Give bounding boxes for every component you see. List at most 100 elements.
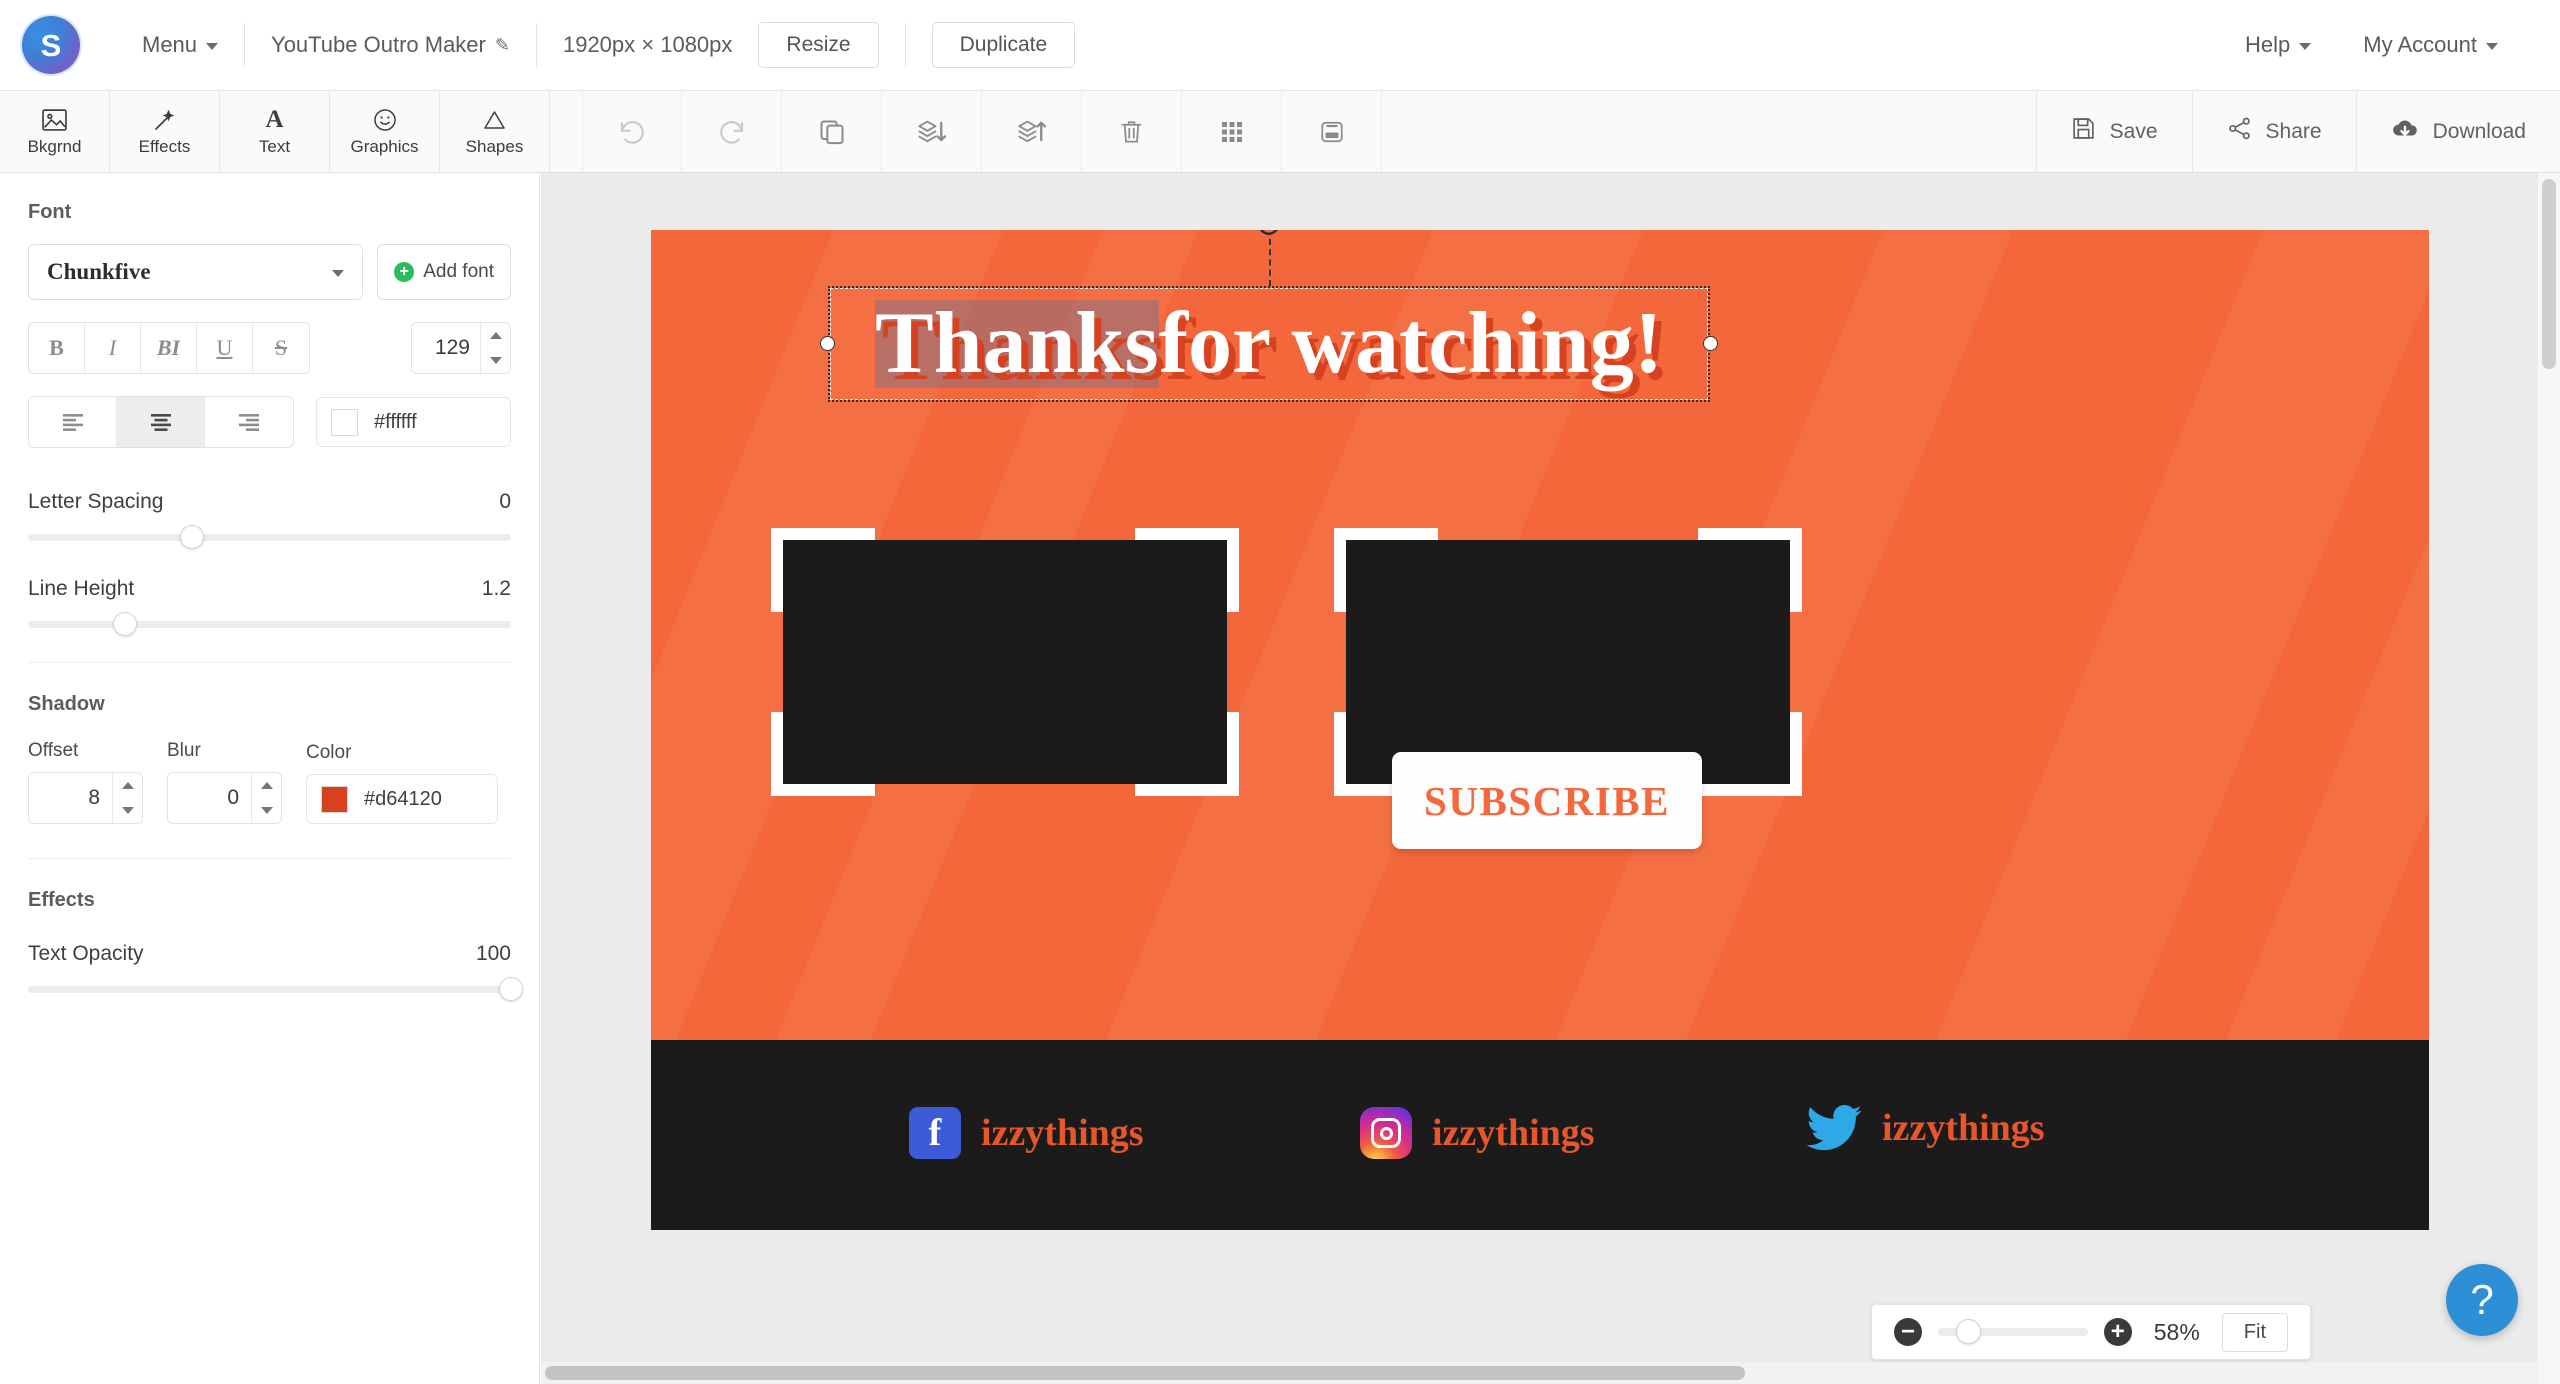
text-properties-panel: Font Chunkfive + Add font B I BI U S 129	[0, 173, 540, 1384]
bold-italic-button[interactable]: BI	[141, 323, 197, 373]
shadow-offset-increment[interactable]	[113, 773, 142, 798]
tool-tab-label: Bkgrnd	[27, 136, 82, 156]
tool-tab-label: Graphics	[350, 136, 419, 156]
tool-tab-label: Shapes	[465, 136, 524, 156]
resize-handle-left[interactable]	[820, 336, 835, 351]
letter-spacing-knob[interactable]	[180, 525, 205, 549]
shadow-blur-decrement[interactable]	[252, 798, 281, 823]
selected-text-object[interactable]: Thanks for watching!	[820, 230, 1718, 402]
letter-spacing-slider[interactable]	[28, 525, 511, 549]
shadow-blur-value[interactable]: 0	[168, 773, 251, 823]
canvas-workspace[interactable]: SUBSCRIBE f izzythings izzythings izzyth…	[541, 173, 2560, 1384]
line-height-slider[interactable]	[28, 612, 511, 636]
duplicate-layer-icon[interactable]	[782, 91, 882, 172]
subscribe-button[interactable]: SUBSCRIBE	[1392, 752, 1702, 849]
line-height-value: 1.2	[481, 577, 511, 600]
video-frame-left[interactable]	[771, 528, 1239, 796]
social-facebook[interactable]: f izzythings	[909, 1107, 1144, 1159]
delete-icon[interactable]	[1082, 91, 1182, 172]
help-dropdown[interactable]: Help	[2219, 25, 2337, 65]
video-placeholder[interactable]	[783, 540, 1227, 784]
social-twitter[interactable]: izzythings	[1806, 1105, 2045, 1151]
font-family-value: Chunkfive	[47, 259, 151, 284]
vertical-scroll-thumb[interactable]	[2542, 179, 2556, 369]
youtube-icon[interactable]	[1282, 91, 1382, 172]
menu-dropdown[interactable]: Menu	[116, 25, 244, 65]
shadow-offset-value[interactable]: 8	[29, 773, 112, 823]
shadow-color-picker[interactable]: #d64120	[306, 774, 498, 824]
bold-italic-label: BI	[156, 335, 181, 360]
help-fab-button[interactable]: ?	[2446, 1264, 2518, 1336]
pencil-edit-icon[interactable]: ✎	[495, 35, 510, 56]
my-account-dropdown[interactable]: My Account	[2337, 25, 2524, 65]
align-right-button[interactable]	[205, 397, 293, 447]
app-logo[interactable]: S	[22, 16, 80, 74]
share-button[interactable]: Share	[2191, 91, 2356, 172]
font-family-select[interactable]: Chunkfive	[28, 244, 364, 300]
zoom-slider[interactable]	[1938, 1319, 2088, 1344]
download-button[interactable]: Download	[2355, 91, 2560, 172]
chevron-down-icon	[332, 270, 345, 277]
text-color-picker[interactable]: #ffffff	[316, 397, 511, 447]
tool-tab-graphics[interactable]: Graphics	[330, 91, 440, 172]
font-size-stepper[interactable]: 129	[411, 322, 511, 374]
align-center-button[interactable]	[117, 397, 205, 447]
redo-icon[interactable]	[682, 91, 782, 172]
horizontal-scrollbar[interactable]	[541, 1362, 2560, 1384]
effects-section-title: Effects	[28, 889, 95, 911]
font-size-increment[interactable]	[481, 323, 510, 348]
add-font-button[interactable]: + Add font	[377, 244, 511, 300]
font-size-decrement[interactable]	[481, 348, 510, 373]
shadow-color-swatch	[321, 785, 348, 813]
shadow-color-label: Color	[306, 742, 352, 763]
underline-button[interactable]: U	[197, 323, 253, 373]
tool-tab-effects[interactable]: Effects	[110, 91, 220, 172]
shadow-offset-stepper[interactable]: 8	[28, 772, 143, 824]
font-size-value[interactable]: 129	[412, 323, 480, 373]
zoom-in-button[interactable]: +	[2103, 1318, 2132, 1346]
tool-tab-text[interactable]: A Text	[220, 91, 330, 172]
bold-button[interactable]: B	[29, 323, 85, 373]
line-height-knob[interactable]	[112, 612, 137, 636]
save-button[interactable]: Save	[2035, 91, 2192, 172]
italic-button[interactable]: I	[85, 323, 141, 373]
text-opacity-slider[interactable]	[28, 977, 523, 1001]
tool-tab-shapes[interactable]: Shapes	[440, 91, 550, 172]
zoom-out-button[interactable]: −	[1894, 1318, 1922, 1346]
tool-tab-bkgrnd[interactable]: Bkgrnd	[0, 91, 110, 172]
vertical-scrollbar[interactable]	[2538, 173, 2560, 1384]
align-left-button[interactable]	[29, 397, 117, 447]
help-label: Help	[2245, 32, 2291, 57]
social-instagram[interactable]: izzythings	[1360, 1107, 1595, 1159]
duplicate-button[interactable]: Duplicate	[931, 22, 1076, 68]
zoom-slider-knob[interactable]	[1955, 1319, 1981, 1344]
font-size-spinner	[480, 323, 510, 373]
app-header: S Menu YouTube Outro Maker ✎ 1920px × 10…	[0, 0, 2560, 91]
shadow-blur-stepper[interactable]: 0	[167, 772, 282, 824]
twitter-handle: izzythings	[1882, 1107, 2045, 1149]
resize-handle-right[interactable]	[1703, 336, 1718, 351]
resize-button[interactable]: Resize	[758, 22, 879, 68]
headline-text[interactable]: Thanks for watching!	[828, 286, 1710, 402]
shadow-blur-increment[interactable]	[252, 773, 281, 798]
project-title-field[interactable]: YouTube Outro Maker ✎	[245, 25, 536, 65]
tool-tab-label: Text	[258, 136, 291, 156]
caret-up-icon	[260, 782, 273, 789]
fit-button[interactable]: Fit	[2221, 1312, 2288, 1352]
send-backward-icon[interactable]	[882, 91, 982, 172]
panel-divider	[28, 858, 511, 859]
undo-icon[interactable]	[582, 91, 682, 172]
chevron-down-icon	[2299, 43, 2312, 50]
horizontal-scroll-thumb[interactable]	[545, 1366, 1745, 1380]
strikethrough-button[interactable]: S	[253, 323, 309, 373]
grid-icon[interactable]	[1182, 91, 1282, 172]
rotate-handle-icon[interactable]	[1256, 230, 1282, 238]
design-artboard[interactable]: SUBSCRIBE f izzythings izzythings izzyth…	[651, 230, 2429, 1230]
chevron-down-icon	[2486, 43, 2498, 50]
bring-forward-icon[interactable]	[982, 91, 1082, 172]
font-style-group: B I BI U S	[28, 322, 310, 374]
shadow-blur-label: Blur	[167, 740, 201, 761]
video-placeholder[interactable]	[1346, 540, 1790, 784]
shadow-offset-decrement[interactable]	[113, 798, 142, 823]
text-opacity-knob[interactable]	[499, 977, 523, 1001]
